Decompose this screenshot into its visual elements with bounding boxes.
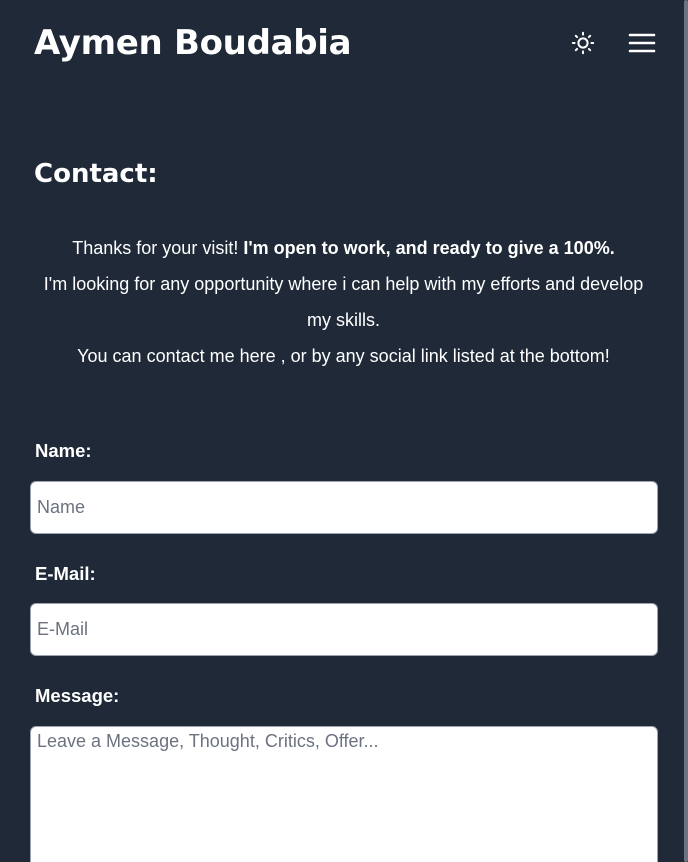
site-header: Aymen Boudabia	[0, 0, 683, 86]
intro-line-2: I'm looking for any opportunity where i …	[43, 274, 644, 330]
email-input[interactable]	[30, 603, 658, 656]
sun-icon	[571, 31, 595, 55]
contact-title: Contact:	[34, 159, 158, 189]
hamburger-menu-icon	[628, 33, 656, 53]
email-label: E-Mail:	[35, 563, 96, 584]
message-label: Message:	[35, 685, 120, 706]
intro-line-1: Thanks for your visit! I'm open to work,…	[30, 230, 657, 266]
contact-intro: Thanks for your visit! I'm open to work,…	[30, 230, 657, 374]
contact-page: Aymen Boudabia Contact: Thanks for your …	[0, 0, 688, 862]
scrollbar[interactable]	[683, 0, 688, 862]
message-textarea[interactable]	[30, 726, 658, 862]
name-input[interactable]	[30, 481, 658, 534]
intro-line-1-bold: I'm open to work, and ready to give a 10…	[243, 238, 615, 258]
intro-line-3: You can contact me here , or by any soci…	[77, 346, 610, 366]
theme-toggle-button[interactable]	[569, 29, 597, 57]
menu-button[interactable]	[627, 29, 657, 57]
scrollbar-thumb[interactable]	[684, 0, 688, 862]
intro-line-1-plain: Thanks for your visit!	[72, 238, 244, 258]
name-label: Name:	[35, 440, 92, 461]
site-title[interactable]: Aymen Boudabia	[34, 19, 352, 67]
